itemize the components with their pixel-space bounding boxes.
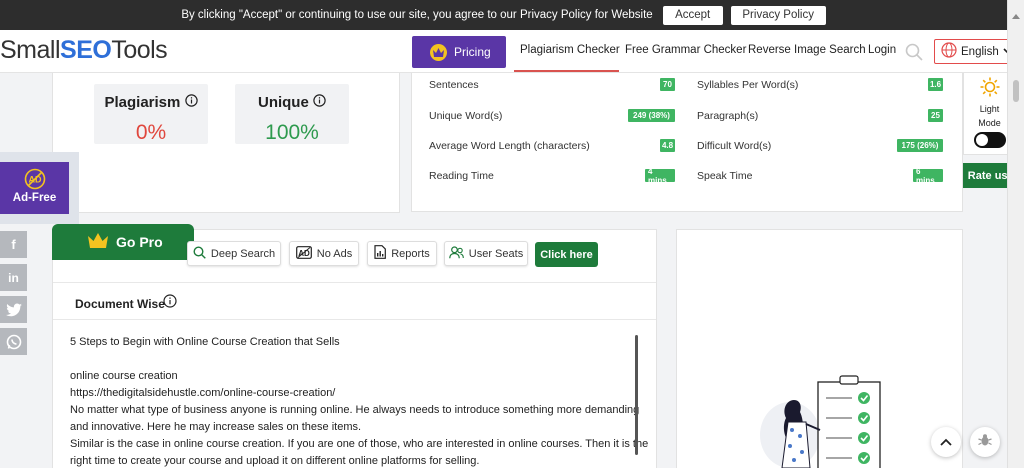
logo-tools-text: Tools — [111, 36, 168, 64]
document-line: right time to create your course and upl… — [70, 455, 480, 467]
deep-search-label: Deep Search — [210, 247, 276, 260]
divider — [53, 282, 656, 283]
page-scrollbar-thumb[interactable] — [1013, 80, 1019, 102]
scroll-to-top-button[interactable] — [931, 427, 961, 457]
no-ads-label: No Ads — [316, 247, 353, 260]
click-here-button[interactable]: Click here — [535, 242, 598, 267]
logo-seo-text: SEO — [60, 36, 112, 64]
stat-label-paragraphs: Paragraph(s) — [697, 110, 759, 122]
document-line: No matter what type of business anyone i… — [70, 404, 640, 416]
unique-value: 100% — [265, 121, 319, 144]
stat-value-sentences: 70 — [660, 78, 675, 91]
plagiarism-title-row: Plagiarism — [94, 94, 208, 111]
document-line: online course creation — [70, 370, 178, 382]
ad-free-button[interactable]: AD Ad-Free — [0, 162, 69, 214]
stat-value-speak-time: 6 mins — [913, 167, 943, 185]
stat-label-average-word-length: Average Word Length (characters) — [429, 140, 590, 152]
stat-label-sentences: Sentences — [429, 79, 479, 91]
privacy-policy-button[interactable]: Privacy Policy — [730, 5, 826, 25]
document-line: Similar is the case in online course cre… — [70, 438, 649, 450]
stat-label-reading-time: Reading Time — [429, 170, 494, 182]
language-selector[interactable]: English — [934, 39, 1016, 64]
no-ads-chip[interactable]: AD No Ads — [289, 241, 359, 266]
pricing-button[interactable]: Pricing — [412, 36, 506, 68]
info-icon[interactable] — [163, 294, 177, 313]
accept-button[interactable]: Accept — [662, 5, 723, 25]
reports-chip[interactable]: Reports — [367, 241, 437, 266]
cookie-message: By clicking "Accept" or continuing to us… — [181, 9, 653, 21]
chevron-up-icon — [940, 433, 952, 451]
go-pro-tab[interactable]: Go Pro — [52, 224, 194, 260]
ad-free-label: Ad-Free — [12, 192, 57, 204]
info-icon[interactable] — [184, 94, 198, 111]
pricing-label: Pricing — [454, 45, 491, 59]
no-ads-icon: AD — [24, 168, 46, 190]
nav-active-indicator — [514, 70, 619, 72]
info-icon[interactable] — [313, 94, 326, 111]
linkedin-share-icon[interactable]: in — [0, 264, 27, 291]
site-logo[interactable]: SmallSEOTools — [0, 36, 168, 65]
unique-title: Unique — [257, 94, 309, 111]
nav-reverse-image-search[interactable]: Reverse Image Search — [748, 44, 866, 56]
bug-icon — [978, 433, 992, 452]
stat-value-difficult-words: 175 (26%) — [897, 139, 943, 152]
plagiarism-title: Plagiarism — [104, 94, 181, 111]
go-pro-label: Go Pro — [116, 234, 163, 250]
stat-label-syllables-per-word: Syllables Per Word(s) — [697, 79, 799, 91]
deep-search-chip[interactable]: Deep Search — [187, 241, 281, 266]
document-line: 5 Steps to Begin with Online Course Crea… — [70, 336, 340, 348]
no-ads-icon: AD — [295, 245, 312, 262]
stat-value-syllables-per-word: 1.6 — [928, 78, 943, 91]
nav-login[interactable]: Login — [868, 44, 896, 56]
stat-value-average-word-length: 4.8 — [660, 139, 675, 152]
scroll-up-arrow-icon[interactable] — [1012, 6, 1020, 24]
stat-label-unique-words: Unique Word(s) — [429, 110, 503, 122]
language-label: English — [961, 45, 999, 58]
report-icon — [374, 245, 387, 262]
crown-icon — [88, 233, 108, 251]
unique-metric: Unique 100% — [235, 84, 349, 144]
user-seats-chip[interactable]: User Seats — [444, 241, 528, 266]
document-line: and innovative. Here he may increase sal… — [70, 421, 362, 433]
stat-label-speak-time: Speak Time — [697, 170, 753, 182]
nav-plagiarism-checker[interactable]: Plagiarism Checker — [520, 44, 620, 56]
magnifier-icon — [193, 245, 206, 262]
user-seats-label: User Seats — [468, 247, 524, 260]
stat-label-difficult-words: Difficult Word(s) — [697, 140, 772, 152]
users-icon — [448, 245, 464, 262]
whatsapp-share-icon[interactable] — [0, 328, 27, 355]
stat-value-unique-words: 249 (38%) — [628, 109, 675, 122]
plagiarism-value: 0% — [135, 121, 167, 144]
page-scrollbar[interactable] — [1007, 0, 1024, 468]
checklist-illustration — [760, 360, 890, 468]
reports-label: Reports — [391, 247, 430, 260]
document-scrollbar[interactable] — [635, 335, 638, 455]
divider — [53, 319, 656, 320]
crown-icon — [430, 43, 447, 61]
report-bug-button[interactable] — [970, 427, 1000, 457]
light-mode-toggle[interactable] — [973, 132, 1006, 148]
facebook-share-icon[interactable]: f — [0, 231, 27, 258]
stat-value-reading-time: 4 mins — [645, 167, 675, 185]
unique-title-row: Unique — [235, 94, 349, 111]
nav-free-grammar-checker[interactable]: Free Grammar Checker — [625, 44, 746, 56]
stat-value-paragraphs: 25 — [928, 109, 943, 122]
site-header: SmallSEOTools Pricing Plagiarism Checker… — [0, 30, 1016, 73]
logo-small-text: Small — [0, 36, 61, 64]
document-wise-heading: Document Wise — [75, 297, 165, 311]
search-icon[interactable] — [905, 43, 923, 66]
globe-icon — [941, 42, 957, 61]
toggle-knob — [975, 134, 988, 146]
plagiarism-metric: Plagiarism 0% — [94, 84, 208, 144]
twitter-share-icon[interactable] — [0, 296, 27, 323]
cookie-banner: By clicking "Accept" or continuing to us… — [0, 0, 1007, 30]
document-line: https://thedigitalsidehustle.com/online-… — [70, 387, 336, 399]
